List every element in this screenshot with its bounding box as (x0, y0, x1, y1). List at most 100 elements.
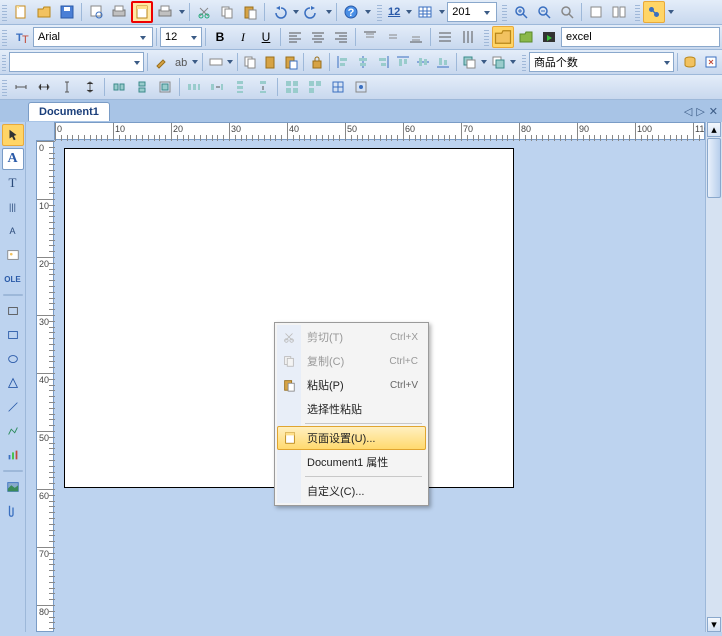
copy-button[interactable] (216, 1, 238, 23)
zoom-out-button[interactable] (533, 1, 555, 23)
line-tool[interactable] (2, 396, 24, 418)
expr-combo[interactable] (529, 52, 674, 72)
size-tool-3[interactable] (56, 76, 78, 98)
paste-button[interactable] (239, 1, 261, 23)
space-tool-3[interactable] (229, 76, 251, 98)
style-input[interactable] (14, 54, 132, 70)
save-button[interactable] (56, 1, 78, 23)
space-tool-4[interactable] (252, 76, 274, 98)
align-center-button[interactable] (307, 26, 329, 48)
page-setup-button[interactable] (131, 1, 153, 23)
align-r-button[interactable] (373, 51, 392, 73)
underline-button[interactable]: U (255, 26, 277, 48)
zoom-input[interactable] (452, 4, 482, 20)
document-tab[interactable]: Document1 (28, 102, 110, 121)
menu-page-setup[interactable]: 页面设置(U)... (277, 426, 426, 450)
lock-button[interactable] (307, 51, 326, 73)
paste-data-button[interactable] (281, 51, 300, 73)
zoom-in-button[interactable] (510, 1, 532, 23)
align-t-button[interactable] (394, 51, 413, 73)
cut-button[interactable] (193, 1, 215, 23)
layout-multi-button[interactable] (608, 1, 630, 23)
font-settings-button[interactable]: TT (10, 26, 32, 48)
grid-tool-2[interactable] (304, 76, 326, 98)
polyline-tool[interactable] (2, 420, 24, 442)
distribute-v-button[interactable] (457, 26, 479, 48)
toolbar-grip-2[interactable] (377, 3, 382, 21)
copy-fmt-button[interactable] (241, 51, 260, 73)
font-input[interactable] (38, 29, 138, 45)
menu-paste-special[interactable]: 选择性粘贴 (277, 397, 426, 421)
fontsize-input[interactable] (165, 29, 189, 45)
open-button[interactable] (33, 1, 55, 23)
run-button[interactable] (538, 26, 560, 48)
text-tool-2[interactable]: T (2, 172, 24, 194)
toolbar-grip[interactable] (2, 3, 7, 21)
barcode-tool[interactable]: ||| (2, 196, 24, 218)
box-tool[interactable] (2, 300, 24, 322)
undo-dropdown[interactable] (291, 10, 300, 14)
grid-tool-3[interactable] (327, 76, 349, 98)
image-tool[interactable] (2, 244, 24, 266)
zoom-combo[interactable] (447, 2, 497, 22)
group-tool-3[interactable] (154, 76, 176, 98)
scroll-thumb[interactable] (707, 138, 721, 198)
style-combo[interactable] (9, 52, 144, 72)
db-tool-button[interactable] (681, 51, 700, 73)
scrollbar-vertical[interactable]: ▴ ▾ (705, 122, 722, 632)
triangle-tool[interactable] (2, 372, 24, 394)
tab-prev-icon[interactable]: ◁ (684, 105, 692, 118)
tab-next-icon[interactable]: ▷ (696, 105, 704, 118)
ole-tool[interactable]: OLE (2, 268, 24, 290)
redo-button[interactable] (301, 1, 323, 23)
table-dropdown[interactable] (437, 10, 446, 14)
paste-fmt-button[interactable] (261, 51, 280, 73)
picture-tool[interactable] (2, 476, 24, 498)
align-l-button[interactable] (333, 51, 352, 73)
font-combo[interactable] (33, 27, 153, 47)
valign-middle-button[interactable] (382, 26, 404, 48)
menu-doc-props[interactable]: Document1 属性 (277, 450, 426, 474)
print-dropdown[interactable] (177, 10, 186, 14)
grid-tool-1[interactable] (281, 76, 303, 98)
help-button[interactable]: ? (340, 1, 362, 23)
chart-tool[interactable] (2, 444, 24, 466)
print-preview-button[interactable] (85, 1, 107, 23)
brush-button[interactable] (151, 51, 170, 73)
undo-button[interactable] (268, 1, 290, 23)
menu-cut[interactable]: 剪切(T) Ctrl+X (277, 325, 426, 349)
print-button[interactable] (154, 1, 176, 23)
fontsize-combo[interactable] (160, 27, 202, 47)
valign-bottom-button[interactable] (405, 26, 427, 48)
special-tool-button[interactable] (643, 1, 665, 23)
menu-customize[interactable]: 自定义(C)... (277, 479, 426, 503)
space-tool-1[interactable] (183, 76, 205, 98)
special-dropdown[interactable] (666, 10, 675, 14)
search-input[interactable] (566, 31, 715, 43)
field-dropdown[interactable] (404, 10, 413, 14)
tab-close-icon[interactable]: ✕ (709, 105, 718, 118)
print-quick-button[interactable] (108, 1, 130, 23)
clip-tool[interactable] (2, 500, 24, 522)
abc-tool[interactable]: A (2, 220, 24, 242)
group-tool-2[interactable] (131, 76, 153, 98)
rect-tool[interactable] (2, 324, 24, 346)
grid-tool-4[interactable] (350, 76, 372, 98)
folder-open-button[interactable] (492, 26, 514, 48)
space-tool-2[interactable] (206, 76, 228, 98)
scroll-down-button[interactable]: ▾ (707, 617, 721, 632)
align-c-button[interactable] (353, 51, 372, 73)
format-button[interactable]: ab (171, 51, 190, 73)
align-b-button[interactable] (434, 51, 453, 73)
group-tool-1[interactable] (108, 76, 130, 98)
size-tool-2[interactable] (33, 76, 55, 98)
bring-front-button[interactable] (489, 51, 508, 73)
layout-single-button[interactable] (585, 1, 607, 23)
insert-field-button[interactable] (206, 51, 225, 73)
select-tool[interactable] (2, 124, 24, 146)
field-button[interactable]: 12 (385, 1, 403, 23)
ruler-horizontal[interactable]: 0102030405060708090100110 (54, 122, 705, 140)
zoom-fit-button[interactable] (556, 1, 578, 23)
menu-copy[interactable]: 复制(C) Ctrl+C (277, 349, 426, 373)
distribute-h-button[interactable] (434, 26, 456, 48)
